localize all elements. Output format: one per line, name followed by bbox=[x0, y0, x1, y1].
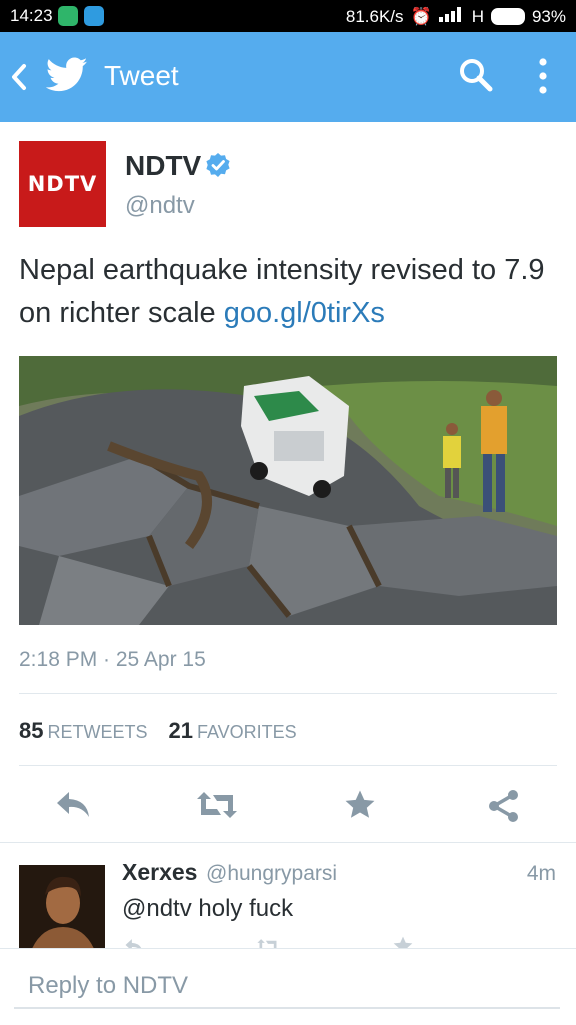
app-bar: Tweet bbox=[0, 32, 576, 122]
favorites-stat[interactable]: 21 FAVORITES bbox=[169, 718, 297, 743]
avatar[interactable]: NDTV bbox=[19, 141, 106, 227]
more-vertical-icon[interactable] bbox=[538, 56, 548, 101]
signal-icon bbox=[438, 6, 465, 27]
search-icon[interactable] bbox=[458, 57, 494, 98]
share-icon[interactable] bbox=[486, 788, 522, 829]
retweets-label: RETWEETS bbox=[47, 722, 148, 742]
alarm-icon: ⏰ bbox=[410, 6, 432, 26]
favorites-label: FAVORITES bbox=[197, 722, 297, 742]
page-title: Tweet bbox=[104, 60, 179, 91]
avatar[interactable] bbox=[19, 865, 105, 948]
reply-text: @ndtv holy fuck bbox=[122, 895, 294, 922]
reply-input[interactable] bbox=[14, 965, 560, 1009]
tweet-timestamp: 2:18 PM · 25 Apr 15 bbox=[19, 648, 206, 671]
favorite-icon[interactable] bbox=[392, 935, 414, 948]
verified-badge-icon bbox=[205, 152, 231, 183]
reply-icon[interactable] bbox=[122, 937, 146, 948]
status-time: 14:23 bbox=[10, 6, 53, 25]
battery-icon bbox=[490, 8, 525, 25]
notification-app-icon bbox=[58, 6, 78, 26]
tweet-actions bbox=[0, 780, 576, 830]
retweet-icon[interactable] bbox=[254, 937, 282, 948]
tweet-photo[interactable] bbox=[19, 356, 557, 625]
ndtv-logo: NDTV bbox=[27, 172, 98, 196]
reply-tweet[interactable]: Xerxes @hungryparsi 4m @ndtv holy fuck bbox=[0, 843, 576, 948]
tweet-stats: 85 RETWEETS 21 FAVORITES bbox=[19, 718, 297, 744]
network-type: H bbox=[471, 6, 484, 26]
retweets-stat[interactable]: 85 RETWEETS bbox=[19, 718, 148, 743]
reply-author-handle[interactable]: @hungryparsi bbox=[206, 862, 337, 886]
retweets-count: 85 bbox=[19, 718, 44, 743]
status-bar: 14:23 81.6K/s ⏰ H 93% bbox=[0, 0, 576, 32]
reply-compose-bar bbox=[0, 948, 576, 1025]
status-indicators: 81.6K/s ⏰ H 93% bbox=[346, 6, 566, 27]
divider bbox=[19, 693, 557, 694]
twitter-bird-icon bbox=[45, 56, 88, 99]
reply-time: 4m bbox=[526, 862, 556, 885]
favorite-icon[interactable] bbox=[343, 788, 377, 827]
author-name[interactable]: NDTV bbox=[125, 150, 201, 182]
divider bbox=[19, 765, 557, 766]
network-speed: 81.6K/s bbox=[345, 6, 404, 26]
reply-icon[interactable] bbox=[54, 788, 92, 827]
notification-app-icon bbox=[84, 6, 104, 26]
author-handle[interactable]: @ndtv bbox=[125, 192, 195, 220]
reply-author-name[interactable]: Xerxes bbox=[122, 859, 197, 886]
retweet-icon[interactable] bbox=[195, 788, 239, 827]
tweet-text: Nepal earthquake intensity revised to 7.… bbox=[19, 249, 559, 335]
favorites-count: 21 bbox=[168, 718, 193, 743]
battery-level: 93% bbox=[531, 6, 566, 26]
tweet-link[interactable]: goo.gl/0tirXs bbox=[224, 297, 385, 329]
chevron-left-icon[interactable] bbox=[10, 62, 28, 97]
